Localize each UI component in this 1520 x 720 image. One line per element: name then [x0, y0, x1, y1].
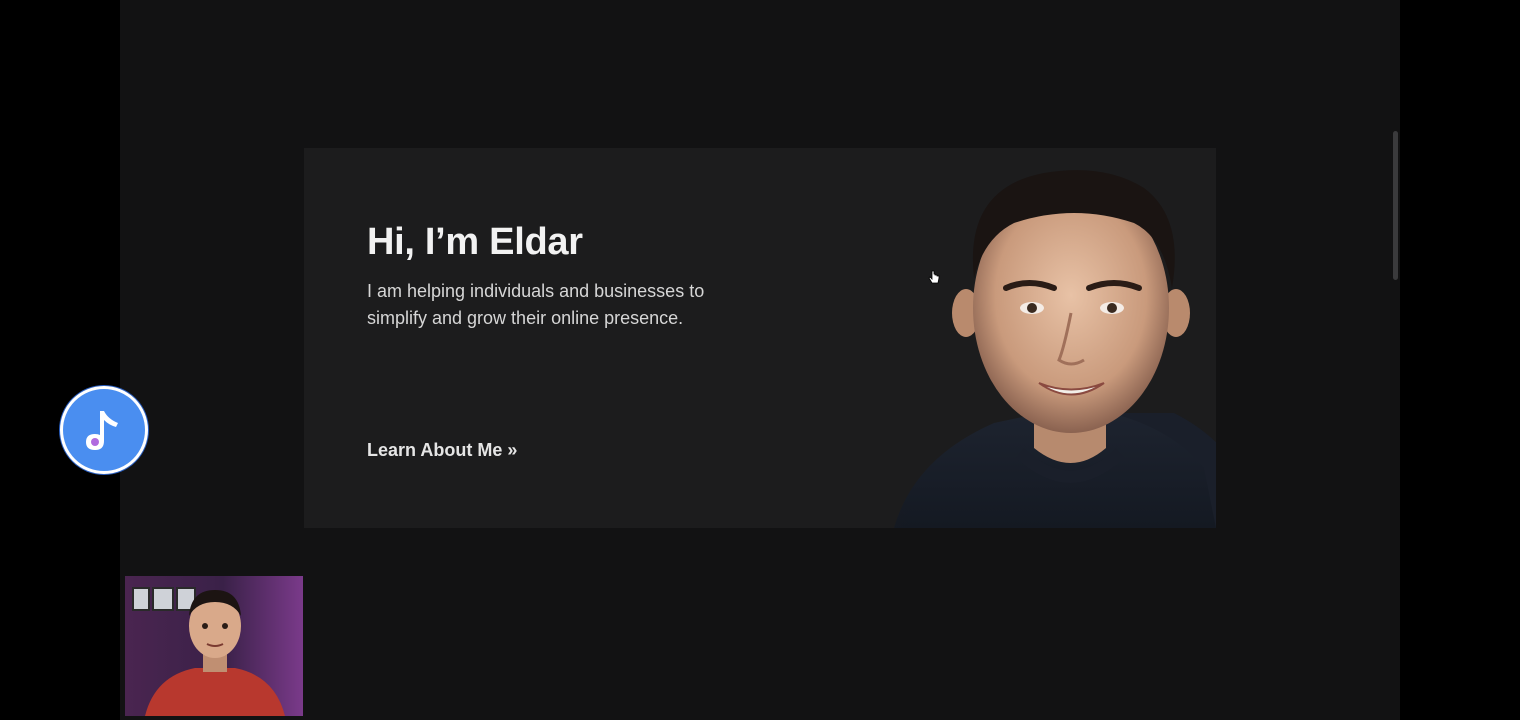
scrollbar-thumb[interactable]: [1393, 131, 1398, 280]
hero-section: Hi, I’m Eldar I am helping individuals a…: [304, 148, 1216, 528]
hand-cursor-icon: [928, 270, 940, 284]
hero-title: Hi, I’m Eldar: [367, 221, 583, 263]
hero-description: I am helping individuals and businesses …: [367, 281, 705, 328]
person-portrait-image: [744, 148, 1216, 528]
music-note-icon: [86, 411, 118, 450]
music-player-button[interactable]: [60, 386, 148, 474]
scrollbar-track[interactable]: [1391, 0, 1400, 720]
webcam-overlay-image[interactable]: [125, 576, 303, 716]
learn-about-me-link[interactable]: Learn About Me »: [367, 440, 517, 461]
